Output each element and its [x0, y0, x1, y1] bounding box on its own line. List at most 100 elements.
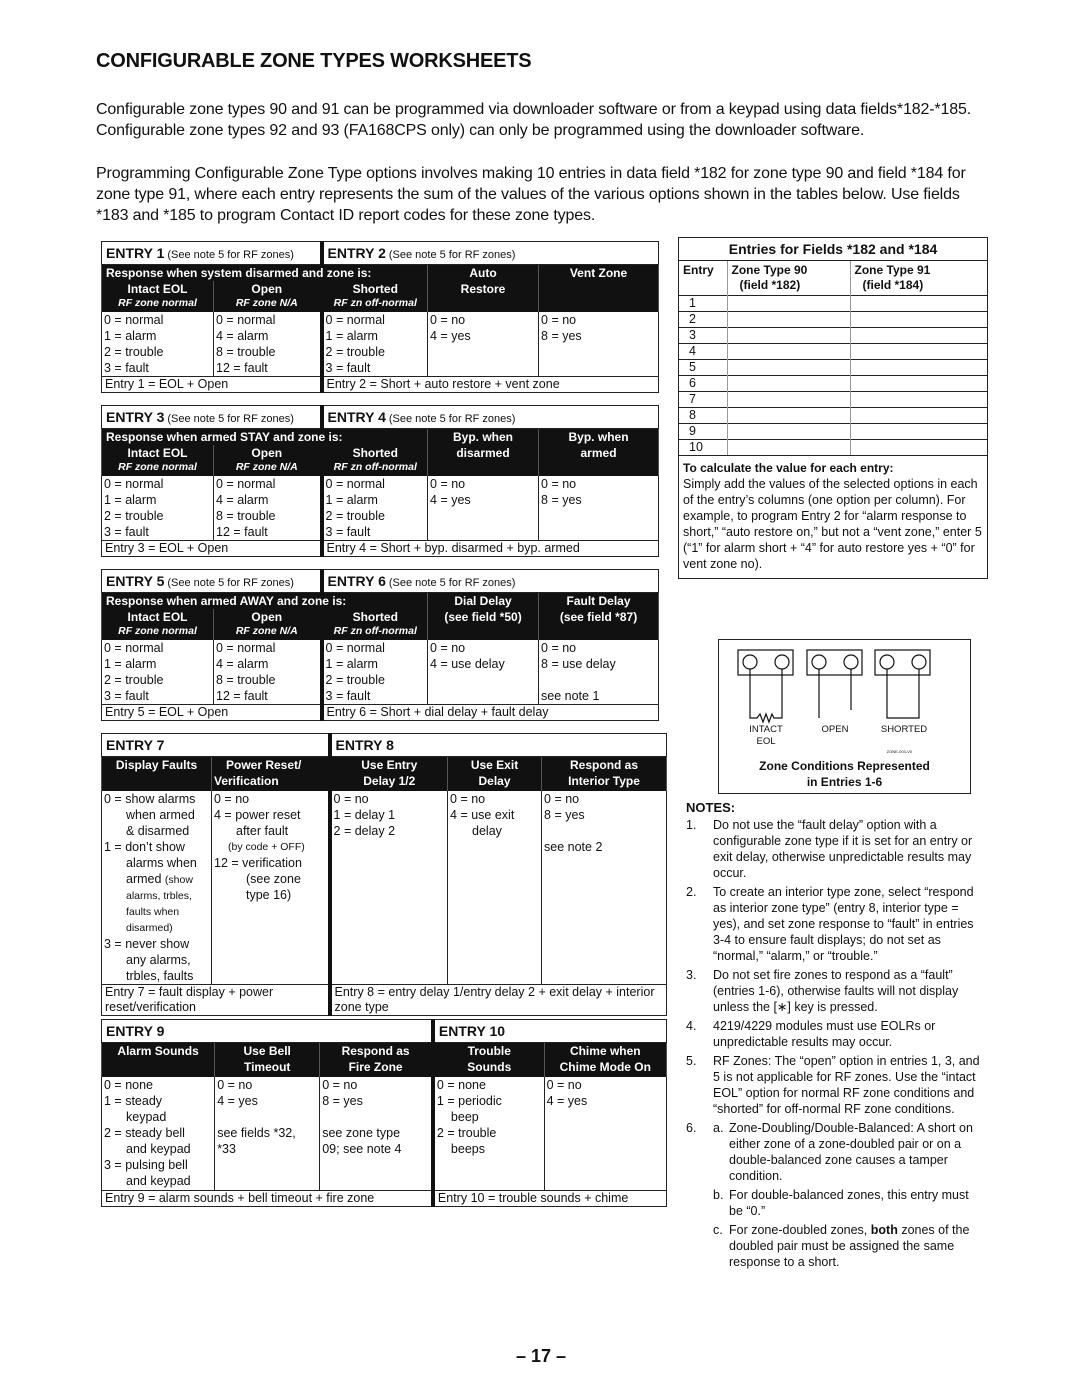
entry-number: 3 [679, 326, 727, 343]
shorted-header: Shorted [319, 281, 429, 297]
shorted-header: Shorted [319, 445, 429, 461]
intact-options: 0 = normal 1 = alarm 2 = trouble 3 = fault [101, 476, 214, 541]
zone-type-90-value-field[interactable] [726, 374, 850, 391]
entry-10-header: ENTRY 10 [430, 1019, 667, 1043]
option-value: 0 = no [544, 791, 580, 806]
alarm-sounds-header: Alarm Sounds [100, 1042, 216, 1077]
open-terminal-block [806, 649, 863, 676]
zone-type-90-value-field[interactable] [726, 438, 850, 455]
zone-type-91-header: Zone Type 91 (field *184) [849, 260, 987, 295]
zone-type-90-value-field[interactable] [726, 406, 850, 423]
entry-table-5-6: ENTRY 5 (See note 5 for RF zones) ENTRY 6… [100, 569, 660, 721]
entry-right-header: ENTRY 6 (See note 5 for RF zones) [319, 569, 660, 593]
terminal-icon [742, 654, 758, 670]
zone-type-91-value-field[interactable] [849, 406, 987, 423]
intact-eol-header: Intact EOL [101, 445, 214, 461]
zone-type-91-value-field[interactable] [849, 310, 987, 327]
option-value: 2 = trouble [325, 673, 385, 687]
shorted-options: 0 = normal 1 = alarm 2 = trouble 3 = fault [319, 312, 429, 377]
zone-type-91-value-field[interactable] [849, 326, 987, 343]
option-value: 8 = trouble [216, 509, 276, 523]
calc-text: Simply add the values of the selected op… [683, 477, 982, 571]
zone-type-90-value-field[interactable] [726, 422, 850, 439]
option-value: 4 = yes [430, 493, 471, 507]
col5-header: Fault Delay (see field *87) [538, 592, 660, 640]
worksheet-row: 8 [679, 406, 987, 423]
left-formula: Entry 1 = EOL + Open [100, 376, 323, 393]
worksheet-row: 3 [679, 326, 987, 343]
option-value: 0 = normal [104, 477, 164, 491]
zone-type-90-value-field[interactable] [726, 342, 850, 359]
option-value: 1 = alarm [104, 329, 157, 343]
fire-zone-options: 0 = no 8 = yes see zone type 09; see not… [319, 1076, 434, 1191]
note-6b: b. For double-balanced zones, this entry … [713, 1188, 969, 1218]
open-options: 0 = normal 4 = alarm 8 = trouble 12 = fault [212, 640, 323, 705]
option-value: 1 = delay 1 [333, 807, 396, 822]
worksheet-row: 2 [679, 310, 987, 327]
trouble-sounds-header: Trouble Sounds [430, 1042, 545, 1077]
entry-number: 2 [679, 310, 727, 327]
fields-table-title: Entries for Fields *182 and *184 [679, 238, 987, 261]
zone-type-90-value-field[interactable] [726, 358, 850, 375]
option-value: 8 = yes [544, 807, 585, 822]
zone-type-91-value-field[interactable] [849, 390, 987, 407]
entry-table-7-8: ENTRY 7 ENTRY 8 Display Faults Power Res… [100, 733, 668, 1016]
option-value: 12 = fault [216, 361, 268, 375]
intact-eol-header: Intact EOL [101, 609, 214, 625]
entry-10-formula: Entry 10 = trouble sounds + chime [430, 1190, 667, 1207]
entry-column-header: Entry [683, 262, 714, 277]
interior-type-options: 0 = no 8 = yes see note 2 [541, 790, 668, 984]
page-number: – 17 – [516, 1346, 567, 1366]
option-value: 0 = normal [104, 641, 164, 655]
chime-header: Chime when Chime Mode On [543, 1042, 668, 1077]
col5-header: Byp. when armed [538, 428, 660, 476]
option-value: 4 = yes [430, 329, 471, 343]
open-wire-icon [818, 669, 852, 718]
zone-type-91-value-field[interactable] [849, 422, 987, 439]
terminal-icon [811, 654, 827, 670]
option-value: 0 = no [546, 1077, 582, 1092]
bell-timeout-options: 0 = no 4 = yes see fields *32, *33 [214, 1076, 321, 1191]
terminal-icon [879, 654, 895, 670]
calc-title: To calculate the value for each entry: [683, 461, 894, 475]
zone-type-91-value-field[interactable] [849, 374, 987, 391]
response-header: Response when armed STAY and zone is: [100, 428, 429, 445]
right-formula: Entry 4 = Short + byp. disarmed + byp. a… [319, 540, 660, 557]
entry-delay-options: 0 = no 1 = delay 12 = delay 2 [327, 790, 449, 984]
zone-type-90-value-field[interactable] [726, 294, 850, 311]
entry-number: 8 [679, 406, 727, 423]
page-title: CONFIGURABLE ZONE TYPES WORKSHEETS [96, 50, 532, 72]
option-value: 0 = no [541, 313, 577, 327]
option-value: 0 = normal [216, 641, 276, 655]
col5-options: 0 = no 8 = use delay see note 1 [538, 640, 660, 705]
option-value: 8 = use delay [541, 657, 616, 671]
rf-off-normal-label: RF zn off-normal [319, 461, 429, 476]
open-options: 0 = normal 4 = alarm 8 = trouble 12 = fault [212, 476, 323, 541]
trouble-sounds-options: 0 = none 1 = periodic beep 2 = trouble b… [430, 1076, 545, 1191]
zone-type-90-value-field[interactable] [726, 390, 850, 407]
entry-number: 9 [679, 422, 727, 439]
col5-options: 0 = no 8 = yes [538, 476, 660, 541]
option-value: 4 = use delay [430, 657, 505, 671]
zone-type-91-value-field[interactable] [849, 294, 987, 311]
zone-type-91-value-field[interactable] [849, 438, 987, 455]
intro-paragraph-1: Configurable zone types 90 and 91 can be… [96, 101, 971, 139]
rf-zone-na-label: RF zone N/A [212, 297, 323, 312]
zone-type-91-value-field[interactable] [849, 342, 987, 359]
zone-type-91-value-field[interactable] [849, 358, 987, 375]
option-value: 3 = fault [104, 689, 149, 703]
shorted-options: 0 = normal 1 = alarm 2 = trouble 3 = fault [319, 640, 429, 705]
option-value: 0 = normal [216, 313, 276, 327]
entry-table-1-2: ENTRY 1 (See note 5 for RF zones) ENTRY 2… [100, 241, 660, 393]
open-label: OPEN [821, 724, 849, 735]
terminal-icon [843, 654, 859, 670]
option-value: 1 = alarm [325, 493, 378, 507]
notes-title: NOTES: [686, 800, 736, 815]
worksheet-row: 6 [679, 374, 987, 391]
entry-7-header: ENTRY 7 [100, 733, 331, 757]
open-header: Open [212, 281, 323, 297]
zone-type-90-value-field[interactable] [726, 326, 850, 343]
option-value: 0 = normal [104, 313, 164, 327]
entry-left-header: ENTRY 5 (See note 5 for RF zones) [100, 569, 323, 593]
zone-type-90-value-field[interactable] [726, 310, 850, 327]
